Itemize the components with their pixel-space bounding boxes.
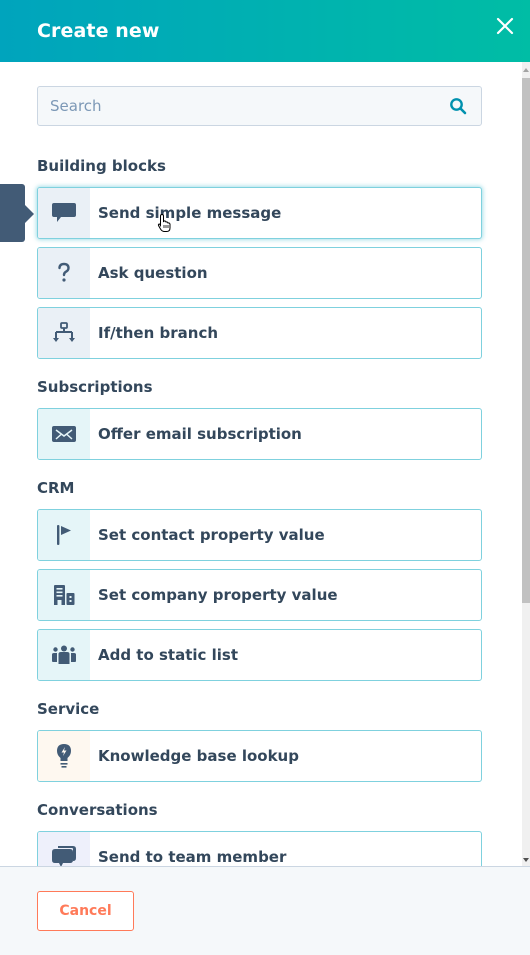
item-label: Add to static list: [98, 646, 239, 664]
card-icon-container: [38, 832, 90, 866]
drag-tooltip-tab: [0, 184, 25, 242]
item-label: Send simple message: [98, 204, 282, 222]
panel-header: Create new: [0, 0, 530, 62]
building-icon: [54, 585, 75, 605]
lightbulb-icon: [57, 744, 71, 768]
panel-footer: Cancel: [0, 866, 530, 955]
cancel-button[interactable]: Cancel: [37, 891, 134, 931]
item-ask-question[interactable]: Ask question: [37, 247, 482, 299]
section-label-subscriptions: Subscriptions: [37, 378, 153, 396]
branch-icon: [53, 322, 75, 342]
card-icon-container: [38, 188, 90, 238]
item-send-simple-message[interactable]: Send simple message: [37, 187, 482, 239]
item-label: Send to team member: [98, 848, 287, 866]
card-icon-container: [38, 409, 90, 459]
scroll-down-arrow-icon[interactable]: [523, 858, 529, 862]
item-label: Knowledge base lookup: [98, 747, 299, 765]
card-icon-container: [38, 731, 90, 781]
item-list-scroll-area: Building blocks Send simple message Ask …: [0, 62, 530, 866]
card-icon-container: [38, 510, 90, 560]
scrollbar[interactable]: [522, 62, 530, 866]
chat-bubble-icon: [52, 203, 76, 222]
item-set-contact-property-value[interactable]: Set contact property value: [37, 509, 482, 561]
item-offer-email-subscription[interactable]: Offer email subscription: [37, 408, 482, 460]
chat-bubbles-icon: [52, 846, 76, 866]
section-label-service: Service: [37, 700, 100, 718]
section-label-building-blocks: Building blocks: [37, 157, 166, 175]
item-send-to-team-member[interactable]: Send to team member: [37, 831, 482, 866]
tooltip-arrow-icon: [25, 205, 34, 223]
scroll-up-arrow-icon[interactable]: [523, 68, 529, 72]
section-label-crm: CRM: [37, 479, 75, 497]
question-mark-icon: [58, 262, 70, 282]
item-label: If/then branch: [98, 324, 219, 342]
scrollbar-thumb[interactable]: [522, 78, 530, 603]
panel-title: Create new: [37, 20, 160, 42]
people-group-icon: [52, 645, 76, 664]
item-set-company-property-value[interactable]: Set company property value: [37, 569, 482, 621]
card-icon-container: [38, 308, 90, 358]
close-icon: [496, 17, 514, 35]
search-icon[interactable]: [449, 97, 467, 115]
close-button[interactable]: [494, 15, 516, 37]
card-icon-container: [38, 630, 90, 680]
item-add-to-static-list[interactable]: Add to static list: [37, 629, 482, 681]
item-if-then-branch[interactable]: If/then branch: [37, 307, 482, 359]
search-box: [37, 86, 482, 126]
flag-icon: [57, 525, 71, 545]
section-label-conversations: Conversations: [37, 801, 158, 819]
item-label: Set contact property value: [98, 526, 325, 544]
search-input[interactable]: [38, 87, 449, 125]
card-icon-container: [38, 248, 90, 298]
item-label: Offer email subscription: [98, 425, 302, 443]
item-label: Set company property value: [98, 586, 338, 604]
envelope-icon: [52, 426, 76, 442]
card-icon-container: [38, 570, 90, 620]
item-label: Ask question: [98, 264, 208, 282]
item-knowledge-base-lookup[interactable]: Knowledge base lookup: [37, 730, 482, 782]
